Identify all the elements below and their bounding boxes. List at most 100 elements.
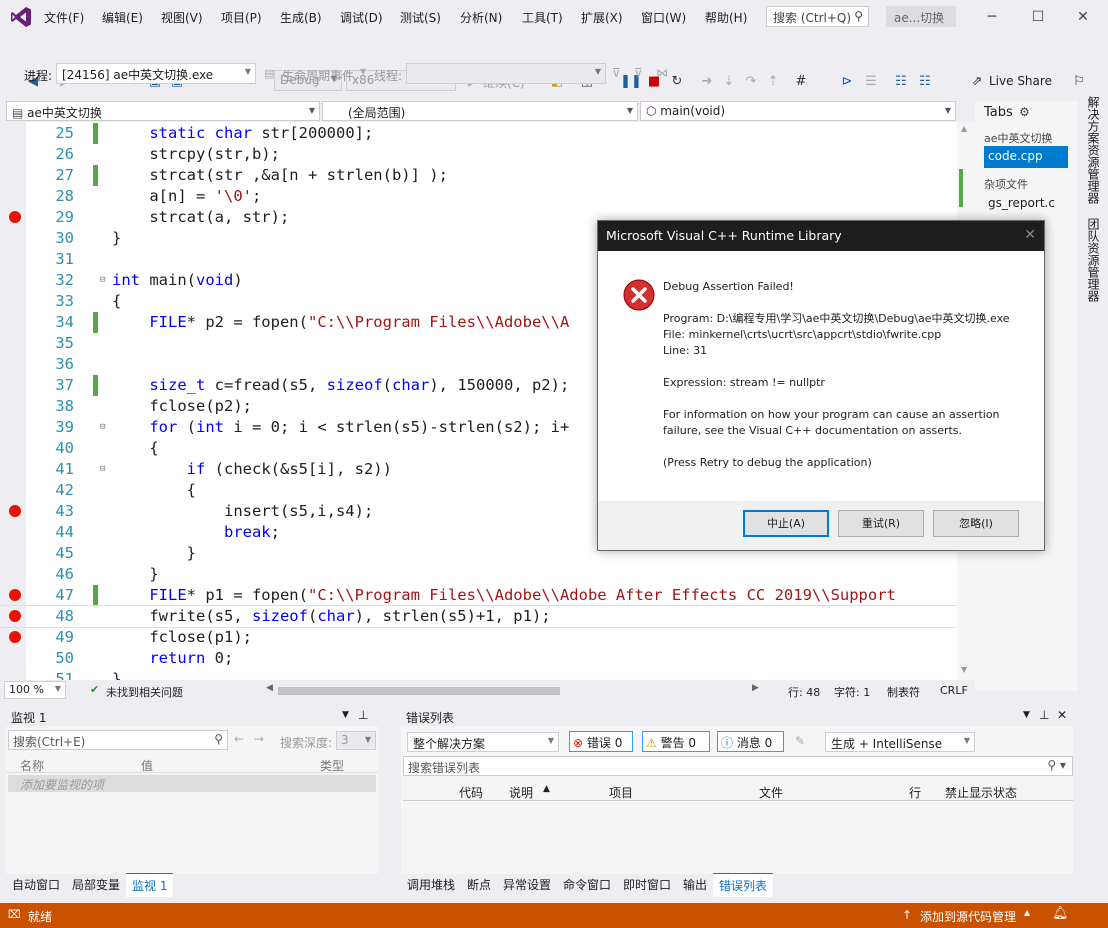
menu-debug[interactable]: 调试(D) bbox=[340, 9, 383, 26]
code-line[interactable]: 28 a[n] = '\0'; bbox=[0, 186, 957, 207]
code-line[interactable]: 27 strcat(str ,&a[n + strlen(b)] ); bbox=[0, 165, 957, 186]
watch-search-input[interactable]: 搜索(Ctrl+E) ⚲ bbox=[8, 730, 228, 750]
project-dropdown[interactable]: ▤ ae中英文切换 ▼ bbox=[6, 101, 320, 121]
warnings-toggle[interactable]: ⚠ 警告 0 bbox=[642, 731, 710, 752]
tab-output[interactable]: 输出 bbox=[683, 876, 707, 893]
collapse-icon[interactable]: ⊟ bbox=[100, 270, 105, 291]
flag-threads-icon[interactable]: ⊽ bbox=[634, 66, 643, 80]
error-col-code[interactable]: 代码 bbox=[459, 784, 483, 801]
menu-help[interactable]: 帮助(H) bbox=[705, 9, 747, 26]
scope-dropdown[interactable]: (全局范围) ▼ bbox=[322, 101, 638, 121]
error-col-suppression[interactable]: 禁止显示状态 bbox=[945, 784, 1017, 801]
depth-select[interactable]: 3 ▼ bbox=[336, 731, 376, 750]
code-line[interactable]: 46 } bbox=[0, 564, 957, 585]
settings-icon[interactable]: ⚙ bbox=[1019, 105, 1030, 119]
collapse-icon[interactable]: ⊟ bbox=[100, 459, 105, 480]
tab-indicator[interactable]: 制表符 bbox=[887, 684, 920, 700]
abort-button[interactable]: 中止(A) bbox=[743, 510, 829, 537]
code-line[interactable]: 51} bbox=[0, 669, 957, 680]
code-line[interactable]: 47 FILE* p1 = fopen("C:\\Program Files\\… bbox=[0, 585, 957, 606]
lifecycle-events-button[interactable]: 生命周期事件 bbox=[282, 67, 354, 84]
error-menu-icon[interactable]: ▼ bbox=[1023, 710, 1030, 720]
notifications-icon[interactable]: 🔔︎ bbox=[1052, 906, 1069, 921]
breakpoint-icon[interactable] bbox=[9, 610, 21, 622]
tab-locals[interactable]: 局部变量 bbox=[72, 876, 120, 893]
side-tab-team-explorer[interactable]: 团队资源管理器 bbox=[1085, 218, 1102, 302]
tab-call-stack[interactable]: 调用堆栈 bbox=[407, 876, 455, 893]
code-line[interactable]: 50 return 0; bbox=[0, 648, 957, 669]
code-line[interactable]: 49 fclose(p1); bbox=[0, 627, 957, 648]
messages-toggle[interactable]: ⓘ 消息 0 bbox=[717, 731, 784, 752]
code-line[interactable]: 25 static char str[200000]; bbox=[0, 123, 957, 144]
breakpoint-icon[interactable] bbox=[9, 631, 21, 643]
menu-window[interactable]: 窗口(W) bbox=[641, 9, 686, 26]
scroll-left-icon[interactable]: ◀ bbox=[266, 683, 273, 693]
scroll-down-icon[interactable]: ▼ bbox=[961, 665, 967, 674]
tab-code-cpp[interactable]: code.cpp bbox=[984, 146, 1068, 168]
scroll-right-icon[interactable]: ▶ bbox=[752, 683, 759, 693]
error-col-project[interactable]: 项目 bbox=[609, 784, 633, 801]
tab-immediate-window[interactable]: 即时窗口 bbox=[623, 876, 671, 893]
collapse-icon[interactable]: ⊟ bbox=[100, 417, 105, 438]
lifecycle-icon[interactable]: ▤ bbox=[264, 67, 274, 80]
breakpoint-icon[interactable] bbox=[9, 211, 21, 223]
code-line[interactable]: 26 strcpy(str,b); bbox=[0, 144, 957, 165]
close-button[interactable]: ✕ bbox=[1063, 5, 1103, 29]
tab-watch-1[interactable]: 监视 1 bbox=[126, 873, 174, 897]
issues-text[interactable]: 未找到相关问题 bbox=[106, 684, 183, 700]
menu-view[interactable]: 视图(V) bbox=[161, 9, 203, 26]
lifecycle-dropdown-icon[interactable]: ▼ bbox=[360, 67, 366, 76]
tab-command-window[interactable]: 命令窗口 bbox=[563, 876, 611, 893]
menu-analyze[interactable]: 分析(N) bbox=[460, 9, 502, 26]
watch-pin-icon[interactable]: ⊥ bbox=[358, 708, 368, 722]
stack-frame-icon[interactable]: ⋈ bbox=[656, 66, 668, 80]
horizontal-scroll-thumb[interactable] bbox=[278, 687, 560, 695]
tab-exception-settings[interactable]: 异常设置 bbox=[503, 876, 551, 893]
error-search-input[interactable]: 搜索错误列表 ⚲ ▾ bbox=[403, 756, 1073, 776]
retry-button[interactable]: 重试(R) bbox=[838, 510, 924, 537]
watch-forward-icon[interactable]: → bbox=[254, 732, 264, 746]
menu-tools[interactable]: 工具(T) bbox=[522, 9, 563, 26]
source-control-dropdown-icon[interactable]: ▲ bbox=[1024, 908, 1030, 917]
watch-menu-icon[interactable]: ▼ bbox=[342, 710, 349, 720]
tab-autos[interactable]: 自动窗口 bbox=[12, 876, 60, 893]
watch-back-icon[interactable]: ← bbox=[234, 732, 244, 746]
eol-indicator[interactable]: CRLF bbox=[940, 684, 968, 697]
filter-icon[interactable]: ⊽ bbox=[612, 66, 621, 80]
menu-edit[interactable]: 编辑(E) bbox=[102, 9, 143, 26]
error-col-file[interactable]: 文件 bbox=[759, 784, 783, 801]
ignore-button[interactable]: 忽略(I) bbox=[933, 510, 1019, 537]
visual-studio-logo-icon[interactable] bbox=[10, 6, 32, 28]
menu-build[interactable]: 生成(B) bbox=[280, 9, 322, 26]
error-col-line[interactable]: 行 bbox=[909, 784, 921, 801]
function-dropdown[interactable]: ⬡ main(void) ▼ bbox=[640, 101, 956, 121]
menu-extensions[interactable]: 扩展(X) bbox=[581, 9, 623, 26]
zoom-select[interactable]: 100 % ▼ bbox=[4, 681, 66, 699]
tab-gs-report[interactable]: gs_report.c bbox=[988, 196, 1055, 210]
breakpoint-icon[interactable] bbox=[9, 505, 21, 517]
side-tab-solution-explorer[interactable]: 解决方案资源管理器 bbox=[1085, 96, 1102, 204]
error-pin-icon[interactable]: ⊥ bbox=[1039, 708, 1049, 722]
build-filter-select[interactable]: 生成 + IntelliSense ▼ bbox=[825, 732, 975, 752]
tab-error-list[interactable]: 错误列表 bbox=[713, 873, 774, 897]
error-close-icon[interactable]: ✕ bbox=[1057, 708, 1067, 722]
tab-breakpoints[interactable]: 断点 bbox=[467, 876, 491, 893]
menu-file[interactable]: 文件(F) bbox=[44, 9, 84, 26]
clear-filter-icon[interactable]: ✎ bbox=[795, 734, 805, 748]
thread-select[interactable]: ▼ bbox=[406, 63, 606, 84]
scroll-up-icon[interactable]: ▲ bbox=[961, 124, 967, 133]
errors-toggle[interactable]: ⊗ 错误 0 bbox=[569, 731, 633, 752]
menu-test[interactable]: 测试(S) bbox=[400, 9, 441, 26]
code-line[interactable]: 48 fwrite(s5, sizeof(char), strlen(s5)+1… bbox=[0, 605, 957, 628]
minimize-button[interactable]: ─ bbox=[972, 5, 1012, 29]
breakpoint-icon[interactable] bbox=[9, 589, 21, 601]
watch-add-row[interactable]: 添加要监视的项 bbox=[8, 775, 376, 792]
scope-filter-select[interactable]: 整个解决方案 ▼ bbox=[407, 732, 559, 752]
quick-search-input[interactable]: 搜索 (Ctrl+Q) ⚲ bbox=[766, 6, 869, 27]
maximize-button[interactable]: ☐ bbox=[1018, 5, 1058, 29]
add-to-source-control[interactable]: 添加到源代码管理 bbox=[920, 908, 1016, 925]
dialog-close-icon[interactable]: ✕ bbox=[1024, 227, 1036, 243]
menu-project[interactable]: 项目(P) bbox=[221, 9, 262, 26]
process-select[interactable]: [24156] ae中英文切换.exe ▼ bbox=[56, 63, 256, 84]
error-col-description[interactable]: 说明 bbox=[509, 784, 533, 801]
